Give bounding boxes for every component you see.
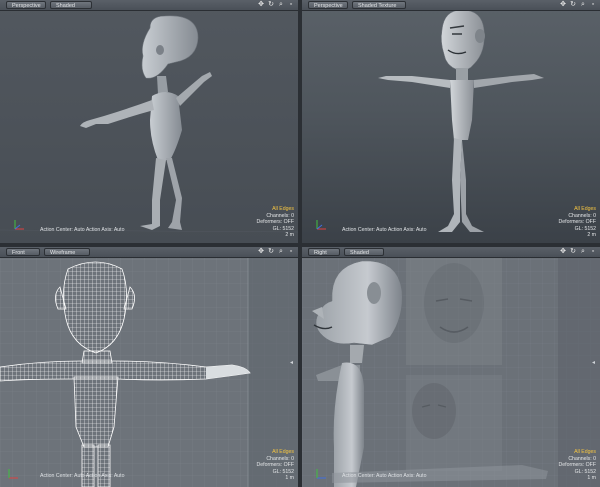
maximize-icon[interactable]: ▫ (287, 1, 295, 9)
view-type-menu[interactable]: Front (6, 248, 40, 256)
axis-gizmo (316, 220, 326, 230)
rotate-icon[interactable]: ↻ (569, 248, 577, 256)
viewport-bottom-right[interactable]: Right Shaded ✥ ↻ ⌕ ▫ ◂ Action Center: Au… (302, 247, 600, 487)
action-status: Action Center: Auto Action Axis: Auto (342, 227, 427, 233)
shading-menu[interactable]: Shaded (50, 1, 92, 9)
axis-gizmo (316, 469, 326, 479)
deformers-state: Deformers: OFF (256, 219, 294, 225)
zoom-icon[interactable]: ⌕ (277, 1, 285, 9)
viewport-info: All Edges Channels: 0 Deformers: OFF GL:… (559, 449, 596, 482)
viewport-splitter-vertical[interactable] (298, 0, 302, 487)
app-window: Perspective Shaded ✥ ↻ ⌕ ▫ Action Center… (0, 0, 600, 487)
view-controls: ✥ ↻ ⌕ ▫ (257, 1, 295, 9)
viewport-header: Front Wireframe ✥ ↻ ⌕ ▫ (0, 247, 298, 258)
grid-scale: 1 m (587, 475, 596, 481)
rotate-icon[interactable]: ↻ (267, 1, 275, 9)
view-controls: ✥ ↻ ⌕ ▫ (559, 1, 597, 9)
action-status: Action Center: Auto Action Axis: Auto (342, 473, 427, 479)
view-controls: ✥ ↻ ⌕ ▫ (257, 248, 295, 256)
axis-gizmo (8, 469, 18, 479)
viewport-header: Perspective Shaded ✥ ↻ ⌕ ▫ (0, 0, 298, 11)
maximize-icon[interactable]: ▫ (589, 248, 597, 256)
viewport-info: All Edges Channels: 0 Deformers: OFF GL:… (257, 449, 294, 482)
shading-menu[interactable]: Wireframe (44, 248, 90, 256)
zoom-icon[interactable]: ⌕ (277, 248, 285, 256)
grid-scale: 1 m (285, 475, 294, 481)
viewport-bottom-left[interactable]: Front Wireframe ✥ ↻ ⌕ ▫ ◂ Action Center:… (0, 247, 298, 487)
view-controls: ✥ ↻ ⌕ ▫ (559, 248, 597, 256)
character-model-side-shaded (302, 257, 600, 487)
action-status: Action Center: Auto Action Axis: Auto (40, 473, 125, 479)
rotate-icon[interactable]: ↻ (267, 248, 275, 256)
move-icon[interactable]: ✥ (257, 248, 265, 256)
maximize-icon[interactable]: ▫ (287, 248, 295, 256)
view-type-menu[interactable]: Perspective (308, 1, 348, 9)
viewport-top-left[interactable]: Perspective Shaded ✥ ↻ ⌕ ▫ Action Center… (0, 0, 298, 243)
viewport-top-right[interactable]: Perspective Shaded Texture ✥ ↻ ⌕ ▫ Actio… (302, 0, 600, 243)
character-model-textured (378, 9, 544, 232)
shading-menu[interactable]: Shaded Texture (352, 1, 406, 9)
deformers-state: Deformers: OFF (558, 219, 596, 225)
axis-marker: ◂ (592, 360, 596, 366)
zoom-icon[interactable]: ⌕ (579, 248, 587, 256)
viewport-header: Right Shaded ✥ ↻ ⌕ ▫ (302, 247, 600, 258)
move-icon[interactable]: ✥ (257, 1, 265, 9)
character-model-shaded (0, 15, 298, 233)
shading-menu[interactable]: Shaded (344, 248, 384, 256)
deformers-state: Deformers: OFF (256, 462, 294, 468)
action-status: Action Center: Auto Action Axis: Auto (40, 227, 125, 233)
view-type-menu[interactable]: Perspective (6, 1, 46, 9)
rotate-icon[interactable]: ↻ (569, 1, 577, 9)
viewport-header: Perspective Shaded Texture ✥ ↻ ⌕ ▫ (302, 0, 600, 11)
maximize-icon[interactable]: ▫ (589, 1, 597, 9)
character-model-wireframe (0, 257, 298, 487)
view-type-menu[interactable]: Right (308, 248, 340, 256)
deformers-state: Deformers: OFF (558, 462, 596, 468)
reference-image-plane (406, 257, 502, 471)
move-icon[interactable]: ✥ (559, 248, 567, 256)
axis-gizmo (14, 220, 24, 230)
grid-scale: 2 m (587, 232, 596, 238)
zoom-icon[interactable]: ⌕ (579, 1, 587, 9)
viewport-info: All Edges Channels: 0 Deformers: OFF GL:… (257, 206, 294, 239)
viewport-info: All Edges Channels: 0 Deformers: OFF GL:… (559, 206, 596, 239)
axis-marker: ◂ (290, 360, 294, 366)
move-icon[interactable]: ✥ (559, 1, 567, 9)
grid-scale: 2 m (285, 232, 294, 238)
